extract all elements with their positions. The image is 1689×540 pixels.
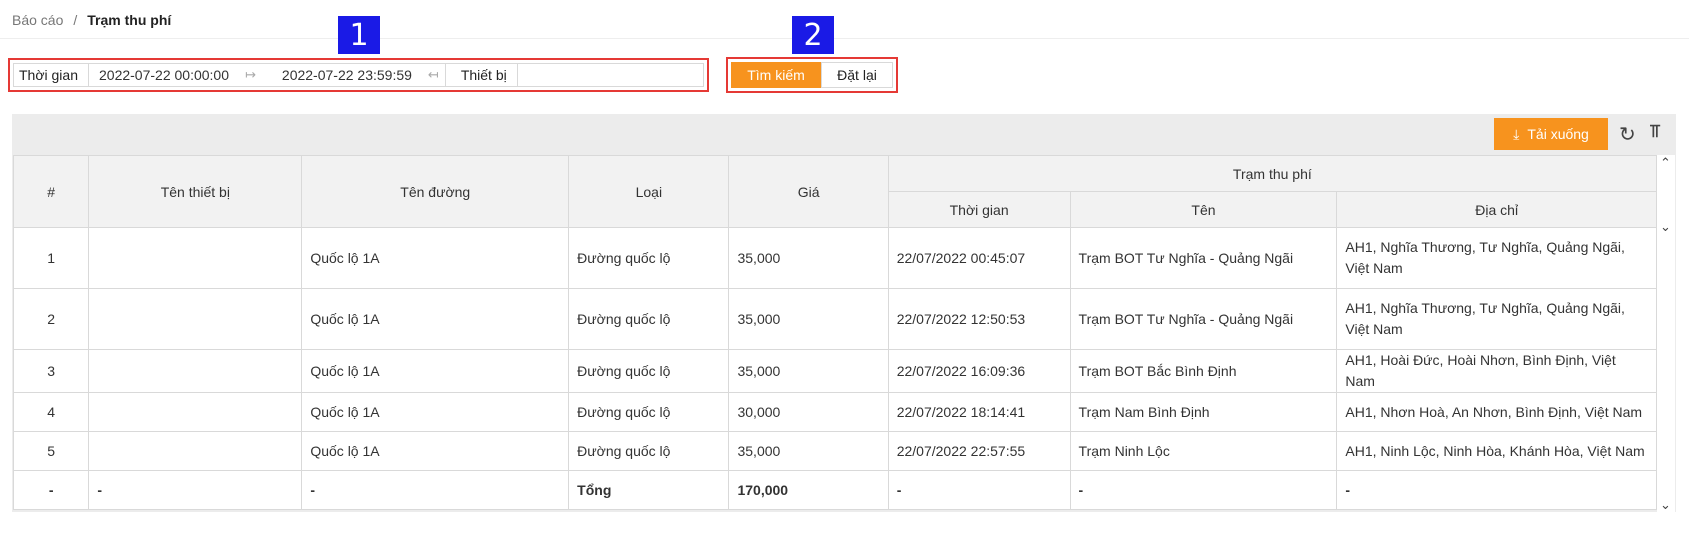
cell-index: 1: [12, 227, 90, 289]
scroll-down-icon[interactable]: ⌄: [1660, 497, 1671, 513]
header-scroll-down-icon[interactable]: ⌄: [1660, 219, 1671, 235]
cell-index: 3: [12, 349, 90, 393]
header-type[interactable]: Loại: [568, 155, 730, 228]
toll-report-table: # Tên thiết bị Tên đường Loại Giá Trạm t…: [12, 155, 1658, 510]
time-label: Thời gian: [14, 64, 89, 86]
download-label: Tải xuống: [1527, 126, 1589, 142]
table-total-row: - - - Tổng 170,000 - - -: [12, 470, 1657, 510]
start-time-input[interactable]: 2022-07-22 00:00:00: [89, 64, 239, 86]
refresh-icon[interactable]: ↻: [1619, 122, 1636, 147]
cell-time: 22/07/2022 16:09:36: [887, 349, 1071, 393]
cell-address: AH1, Nghĩa Thương, Tư Nghĩa, Quảng Ngãi,…: [1336, 227, 1657, 289]
header-address[interactable]: Địa chỉ: [1336, 191, 1657, 228]
filter-bar: Thời gian 2022-07-22 00:00:00 ↦ 2022-07-…: [8, 58, 709, 92]
cell-station-name: Trạm BOT Bắc Bình Định: [1069, 349, 1338, 393]
cell-type: Đường quốc lộ: [568, 392, 730, 432]
cell-address: AH1, Ninh Lộc, Ninh Hòa, Khánh Hòa, Việt…: [1336, 431, 1657, 471]
cell-index: 4: [12, 392, 90, 432]
cell-time: 22/07/2022 22:57:55: [887, 431, 1071, 471]
cell-price: 35,000: [728, 431, 889, 471]
cell-address: AH1, Hoài Đức, Hoài Nhơn, Bình Định, Việ…: [1336, 349, 1657, 393]
cell-type: Đường quốc lộ: [568, 431, 730, 471]
cell-station-name: Trạm Ninh Lộc: [1069, 431, 1338, 471]
end-time-input[interactable]: 2022-07-22 23:59:59: [262, 64, 422, 86]
cell-device: [88, 392, 303, 432]
breadcrumb-current: Trạm thu phí: [87, 12, 172, 28]
column-height-icon[interactable]: ⫪: [1650, 121, 1660, 142]
total-price: 170,000: [728, 470, 889, 510]
total-road: -: [301, 470, 570, 510]
action-buttons: Tìm kiếm Đặt lại: [726, 57, 898, 93]
header-station-group: Trạm thu phí: [887, 155, 1658, 192]
device-label: Thiết bị: [444, 64, 518, 86]
header-divider: [0, 38, 1689, 39]
range-start-arrow-icon: ↦: [245, 67, 256, 82]
table-row[interactable]: 3 Quốc lộ 1A Đường quốc lộ 35,000 22/07/…: [12, 349, 1657, 393]
cell-time: 22/07/2022 18:14:41: [887, 392, 1071, 432]
cell-device: [88, 431, 303, 471]
total-address: -: [1336, 470, 1657, 510]
search-button[interactable]: Tìm kiếm: [731, 62, 821, 88]
cell-type: Đường quốc lộ: [568, 227, 730, 289]
breadcrumb-separator: /: [73, 12, 78, 28]
cell-road: Quốc lộ 1A: [301, 431, 570, 471]
breadcrumb: Báo cáo / Trạm thu phí: [12, 10, 171, 30]
cell-type: Đường quốc lộ: [568, 288, 730, 350]
cell-road: Quốc lộ 1A: [301, 288, 570, 350]
total-device: -: [88, 470, 303, 510]
header-price[interactable]: Giá: [728, 155, 889, 228]
table-row[interactable]: 2 Quốc lộ 1A Đường quốc lộ 35,000 22/07/…: [12, 288, 1657, 350]
cell-index: 5: [12, 431, 90, 471]
cell-device: [88, 349, 303, 393]
header-index[interactable]: #: [12, 155, 90, 228]
range-end-arrow-icon: ↤: [427, 67, 439, 82]
cell-price: 35,000: [728, 288, 889, 350]
cell-device: [88, 227, 303, 289]
vertical-scrollbar[interactable]: ⌃ ⌄ ⌄: [1657, 155, 1675, 512]
total-time: -: [887, 470, 1071, 510]
cell-time: 22/07/2022 12:50:53: [887, 288, 1071, 350]
cell-address: AH1, Nhơn Hoà, An Nhơn, Bình Định, Việt …: [1336, 392, 1657, 432]
header-station-name[interactable]: Tên: [1069, 191, 1338, 228]
cell-station-name: Trạm BOT Tư Nghĩa - Quảng Ngãi: [1069, 227, 1338, 289]
cell-address: AH1, Nghĩa Thương, Tư Nghĩa, Quảng Ngãi,…: [1336, 288, 1657, 350]
cell-road: Quốc lộ 1A: [301, 392, 570, 432]
cell-index: 2: [12, 288, 90, 350]
cell-price: 35,000: [728, 227, 889, 289]
cell-station-name: Trạm Nam Bình Định: [1069, 392, 1338, 432]
cell-type: Đường quốc lộ: [568, 349, 730, 393]
filter-inputs: Thời gian 2022-07-22 00:00:00 ↦ 2022-07-…: [13, 63, 704, 87]
cell-road: Quốc lộ 1A: [301, 227, 570, 289]
header-road[interactable]: Tên đường: [301, 155, 570, 228]
table-row[interactable]: 4 Quốc lộ 1A Đường quốc lộ 30,000 22/07/…: [12, 392, 1657, 432]
cell-road: Quốc lộ 1A: [301, 349, 570, 393]
download-button[interactable]: ⤓ Tải xuống: [1494, 118, 1608, 150]
cell-price: 35,000: [728, 349, 889, 393]
download-icon: ⤓: [1513, 125, 1520, 142]
cell-time: 22/07/2022 00:45:07: [887, 227, 1071, 289]
cell-device: [88, 288, 303, 350]
annotation-marker-2: 2: [792, 16, 834, 54]
breadcrumb-parent[interactable]: Báo cáo: [12, 12, 63, 28]
total-label: Tổng: [568, 470, 730, 510]
cell-price: 30,000: [728, 392, 889, 432]
device-select[interactable]: [518, 64, 703, 86]
header-time[interactable]: Thời gian: [887, 191, 1071, 228]
table-row[interactable]: 1 Quốc lộ 1A Đường quốc lộ 35,000 22/07/…: [12, 227, 1657, 289]
cell-station-name: Trạm BOT Tư Nghĩa - Quảng Ngãi: [1069, 288, 1338, 350]
header-device[interactable]: Tên thiết bị: [88, 155, 303, 228]
total-index: -: [12, 470, 90, 510]
table-row[interactable]: 5 Quốc lộ 1A Đường quốc lộ 35,000 22/07/…: [12, 431, 1657, 471]
scroll-up-icon[interactable]: ⌃: [1660, 155, 1671, 171]
report-table-panel: ⤓ Tải xuống ↻ ⫪ # Tên thiết bị Tên đường…: [12, 114, 1676, 512]
annotation-marker-1: 1: [338, 16, 380, 54]
total-station-name: -: [1069, 470, 1338, 510]
reset-button[interactable]: Đặt lại: [821, 62, 893, 88]
